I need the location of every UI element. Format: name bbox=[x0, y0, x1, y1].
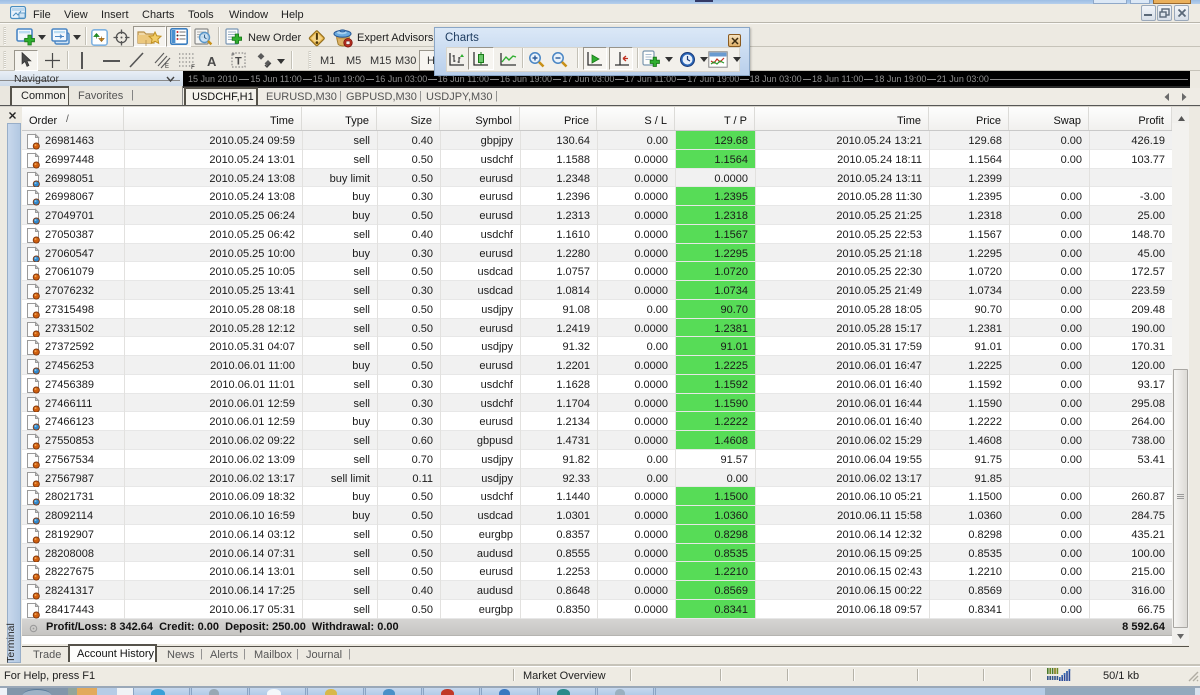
svg-text:T: T bbox=[235, 56, 242, 68]
svg-text:E: E bbox=[165, 64, 169, 69]
svg-text:F: F bbox=[191, 64, 195, 69]
